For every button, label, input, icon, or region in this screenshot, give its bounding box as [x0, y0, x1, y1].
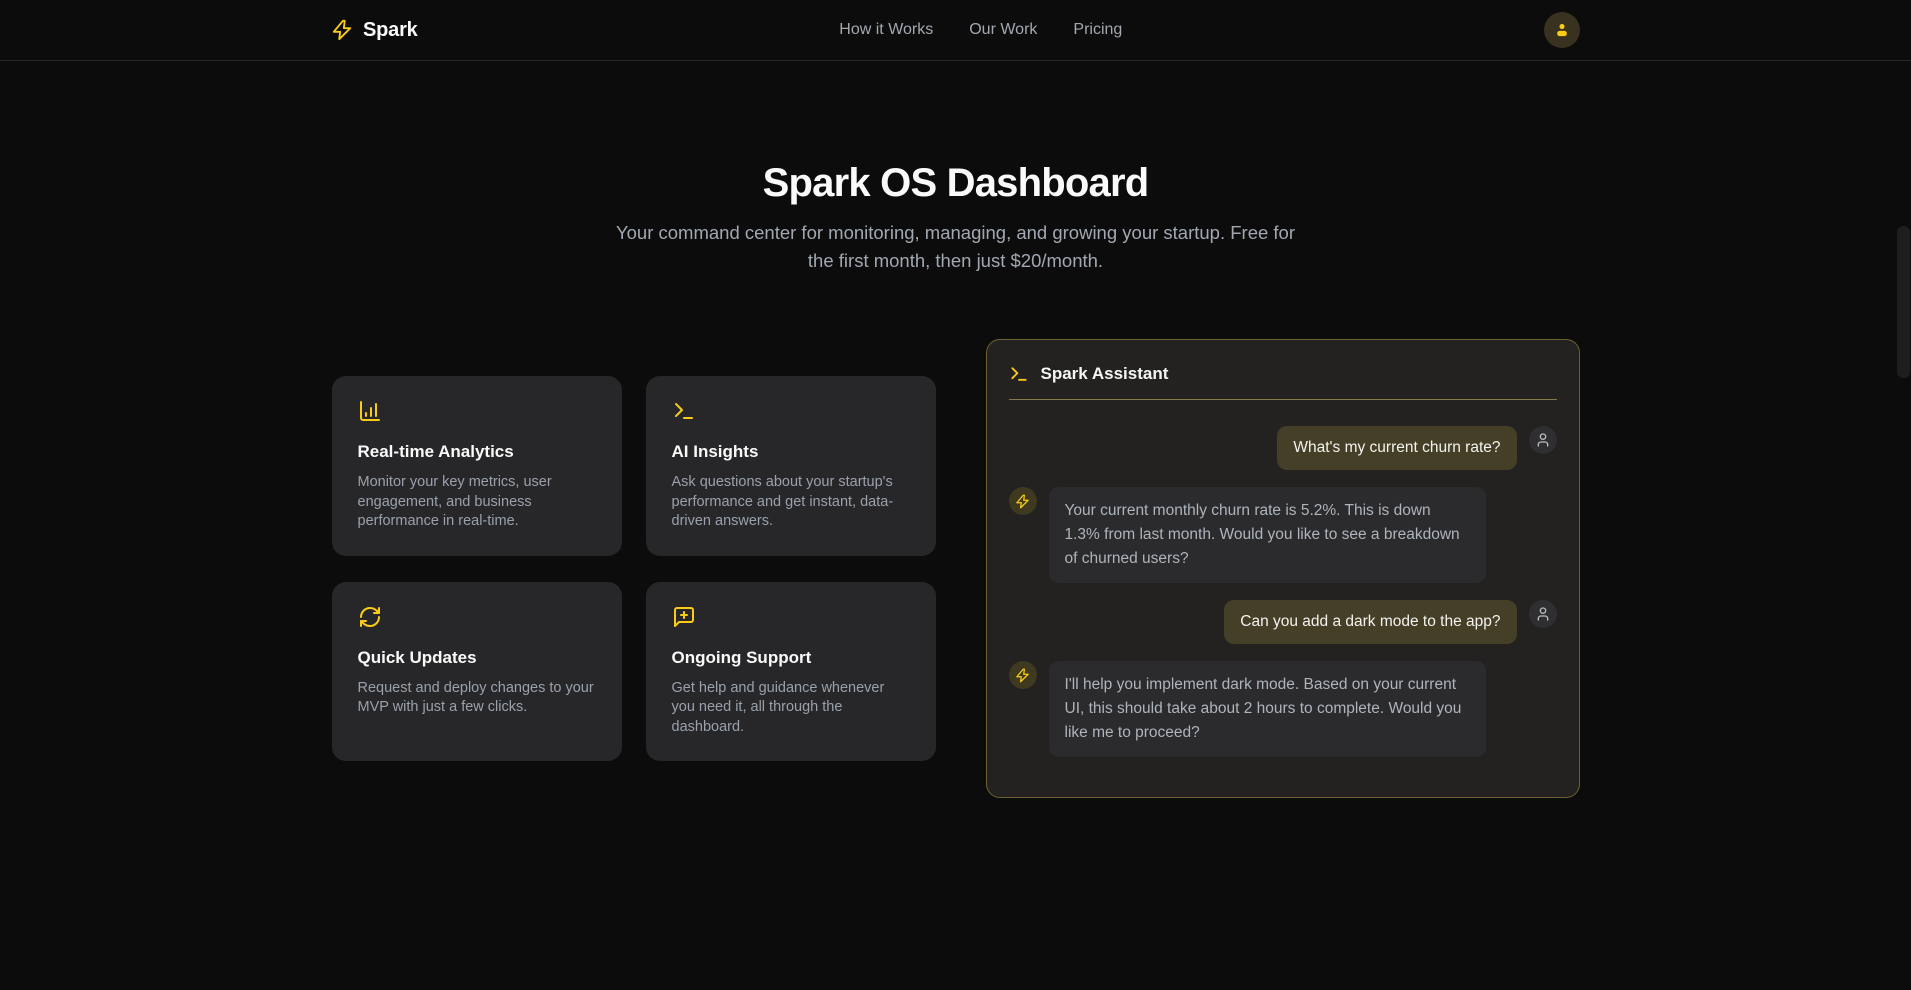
top-nav: Spark How it Works Our Work Pricing [0, 0, 1911, 61]
user-avatar [1529, 426, 1557, 454]
feature-card-realtime-analytics: Real-time Analytics Monitor your key met… [332, 376, 622, 556]
nav-link-how-it-works[interactable]: How it Works [839, 21, 933, 39]
assistant-avatar [1009, 487, 1037, 515]
chat-bubble: Can you add a dark mode to the app? [1224, 600, 1516, 644]
nav-links: How it Works Our Work Pricing [418, 21, 1544, 39]
feature-description: Get help and guidance whenever you need … [672, 679, 910, 738]
user-icon [1535, 606, 1551, 622]
refresh-icon [358, 605, 596, 629]
user-icon [1553, 21, 1571, 39]
feature-description: Ask questions about your startup's perfo… [672, 473, 910, 532]
nav-link-pricing[interactable]: Pricing [1073, 21, 1122, 39]
chat-message-assistant: I'll help you implement dark mode. Based… [1009, 661, 1557, 757]
chat-message-user: Can you add a dark mode to the app? [1009, 600, 1557, 644]
bar-chart-icon [358, 399, 596, 423]
assistant-avatar [1009, 661, 1037, 689]
user-avatar [1529, 600, 1557, 628]
user-icon [1535, 432, 1551, 448]
chat-message-user: What's my current churn rate? [1009, 426, 1557, 470]
feature-card-quick-updates: Quick Updates Request and deploy changes… [332, 582, 622, 762]
zap-icon [1015, 668, 1030, 683]
feature-card-grid: Real-time Analytics Monitor your key met… [332, 376, 936, 761]
chat-message-assistant: Your current monthly churn rate is 5.2%.… [1009, 487, 1557, 583]
feature-card-ai-insights: AI Insights Ask questions about your sta… [646, 376, 936, 556]
nav-container: Spark How it Works Our Work Pricing [331, 0, 1580, 60]
panel-divider [1009, 399, 1557, 400]
nav-link-our-work[interactable]: Our Work [969, 21, 1037, 39]
feature-title: Quick Updates [358, 648, 596, 668]
zap-icon [1015, 494, 1030, 509]
brand-name: Spark [363, 19, 418, 42]
assistant-panel-header: Spark Assistant [1009, 364, 1557, 384]
terminal-icon [672, 399, 910, 423]
feature-title: Real-time Analytics [358, 442, 596, 462]
terminal-icon [1009, 364, 1029, 384]
chat-bubble: I'll help you implement dark mode. Based… [1049, 661, 1486, 757]
zap-icon [331, 19, 353, 41]
hero-section: Spark OS Dashboard Your command center f… [0, 160, 1911, 275]
chat-bubble: Your current monthly churn rate is 5.2%.… [1049, 487, 1486, 583]
page-scrollbar-thumb[interactable] [1897, 226, 1910, 378]
feature-description: Request and deploy changes to your MVP w… [358, 679, 596, 718]
account-avatar-button[interactable] [1544, 12, 1580, 48]
brand-logo[interactable]: Spark [331, 19, 418, 42]
page-title: Spark OS Dashboard [0, 160, 1911, 206]
main-content-row: Real-time Analytics Monitor your key met… [0, 339, 1911, 798]
assistant-panel-title: Spark Assistant [1041, 364, 1169, 384]
feature-card-ongoing-support: Ongoing Support Get help and guidance wh… [646, 582, 936, 762]
feature-description: Monitor your key metrics, user engagemen… [358, 473, 596, 532]
feature-title: AI Insights [672, 442, 910, 462]
hero-subtitle: Your command center for monitoring, mana… [606, 219, 1306, 275]
chat-bubble: What's my current churn rate? [1277, 426, 1516, 470]
feature-title: Ongoing Support [672, 648, 910, 668]
spark-assistant-panel: Spark Assistant What's my current churn … [986, 339, 1580, 798]
message-square-plus-icon [672, 605, 910, 629]
